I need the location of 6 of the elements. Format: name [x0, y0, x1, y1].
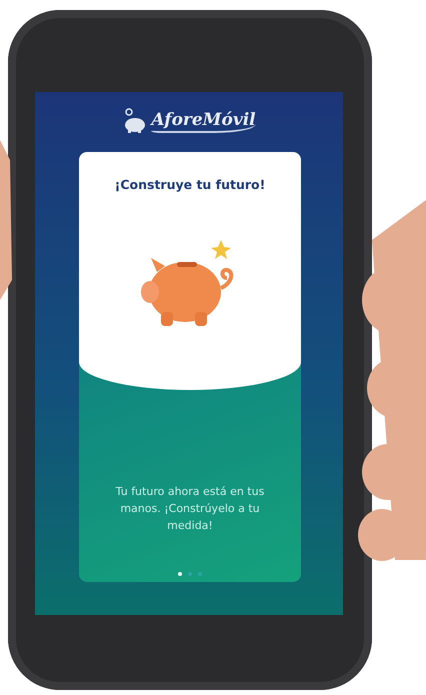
app-logo: AforeMóvil [151, 110, 256, 132]
page-indicator-dot[interactable] [188, 572, 192, 576]
page-indicator-dot[interactable] [178, 572, 182, 576]
card-message: Tu futuro ahora está en tus manos. ¡Constrúyelo a tu medida! [114, 484, 266, 534]
card-title: ¡Construye tu futuro! [114, 177, 266, 192]
page-indicator-dot[interactable] [198, 572, 202, 576]
